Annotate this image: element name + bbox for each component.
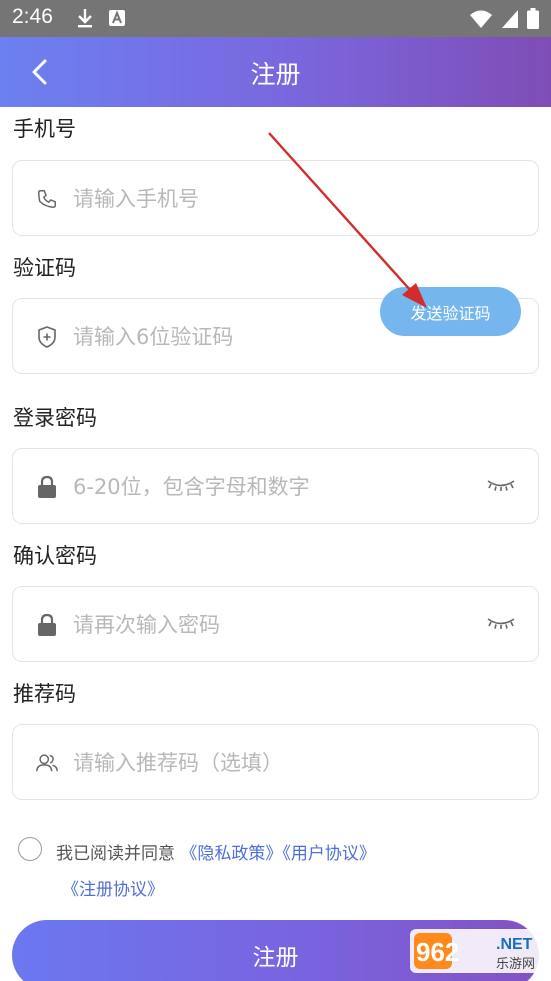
battery-icon: [527, 8, 539, 29]
phone-field: [12, 160, 539, 236]
phone-input[interactable]: [73, 179, 473, 219]
password-label: 登录密码: [13, 406, 97, 430]
agreement-checkbox[interactable]: [18, 837, 42, 861]
phone-label: 手机号: [13, 117, 76, 141]
watermark-logo: 962 .NET 乐游网: [410, 929, 546, 973]
wifi-icon: [470, 10, 492, 28]
privacy-policy-link[interactable]: 《隐私政策》: [180, 844, 282, 864]
agreement-prefix: 我已阅读并同意: [56, 844, 175, 864]
confirm-input[interactable]: [73, 605, 473, 645]
agreement-text: 我已阅读并同意 《隐私政策》《用户协议》: [56, 839, 376, 864]
send-code-button[interactable]: 发送验证码: [380, 287, 521, 336]
eye-closed-icon[interactable]: [486, 614, 516, 634]
shield-plus-icon: [35, 325, 59, 349]
watermark-suffix: .NET: [496, 936, 533, 953]
a-badge-icon: [109, 10, 125, 26]
phone-icon: [35, 187, 59, 211]
users-icon: [35, 751, 59, 775]
download-icon: [78, 9, 92, 28]
code-label: 验证码: [13, 256, 76, 280]
register-agreement-link[interactable]: 《注册协议》: [62, 875, 164, 900]
confirm-field: [12, 586, 539, 662]
status-time: 2:46: [12, 5, 53, 28]
password-input[interactable]: [73, 467, 473, 507]
confirm-label: 确认密码: [13, 544, 97, 568]
referral-label: 推荐码: [13, 682, 76, 706]
app-bar: 注册: [0, 37, 551, 107]
lock-icon: [35, 613, 59, 637]
watermark-sub: 乐游网: [496, 957, 535, 972]
referral-input[interactable]: [73, 743, 473, 783]
eye-closed-icon[interactable]: [486, 476, 516, 496]
referral-field: [12, 724, 539, 800]
watermark-number: 962: [416, 937, 459, 967]
page-title: 注册: [250, 60, 301, 89]
user-agreement-link[interactable]: 《用户协议》: [282, 844, 376, 864]
signal-icon: [502, 9, 518, 28]
status-bar: 2:46: [0, 0, 551, 37]
password-field: [12, 448, 539, 524]
lock-icon: [35, 475, 59, 499]
code-input[interactable]: [73, 317, 373, 357]
